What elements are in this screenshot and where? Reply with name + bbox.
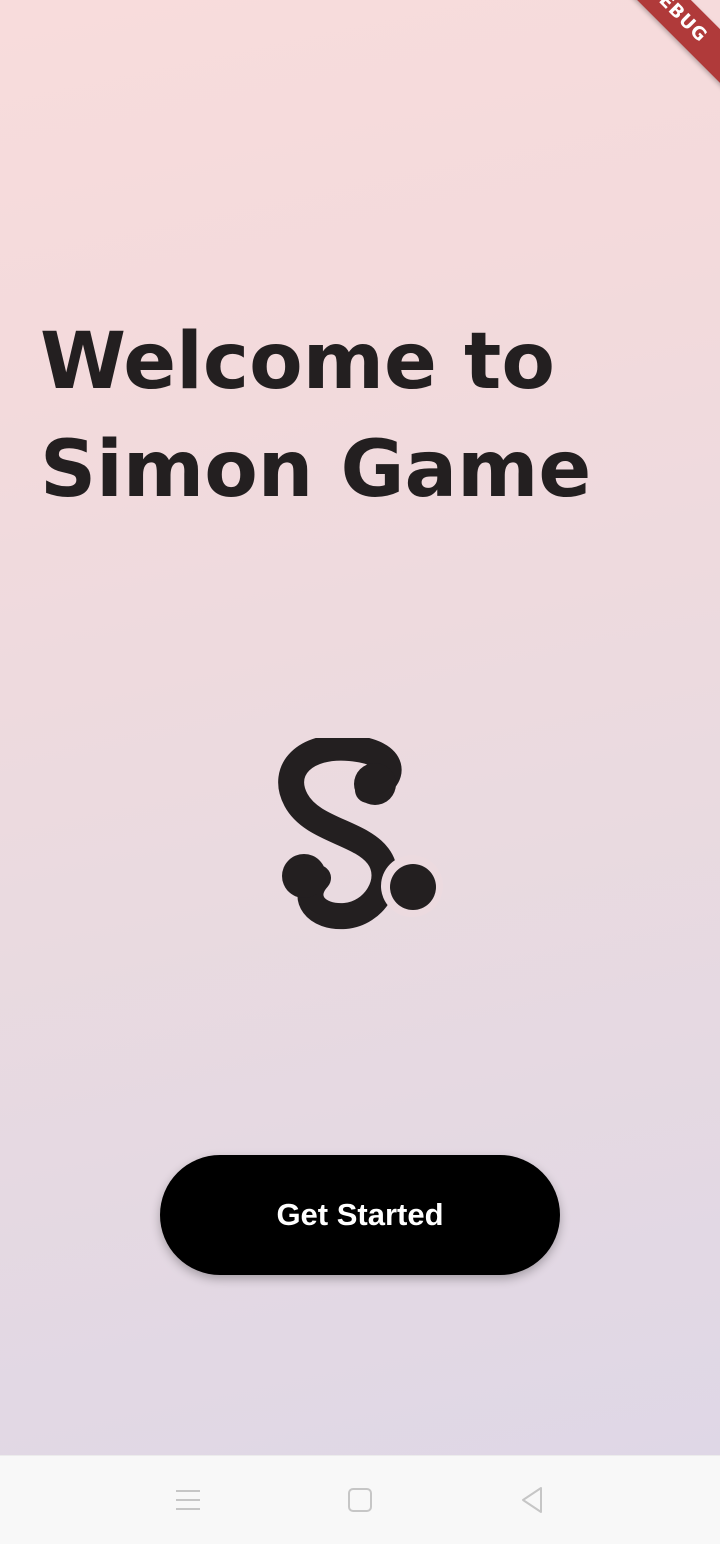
debug-banner-label: DEBUG [643, 0, 712, 47]
welcome-title-line2: Simon Game [40, 425, 592, 515]
system-navigation-bar [0, 1455, 720, 1544]
triangle-back-icon [522, 1487, 542, 1513]
menu-lines-icon [176, 1490, 200, 1510]
debug-banner: DEBUG [589, 0, 720, 101]
get-started-button[interactable]: Get Started [160, 1155, 560, 1275]
welcome-title-line1: Welcome to [40, 317, 555, 407]
get-started-label: Get Started [276, 1197, 444, 1232]
square-home-icon [348, 1488, 372, 1512]
nav-back-button[interactable] [511, 1480, 551, 1520]
nav-home-button[interactable] [340, 1480, 380, 1520]
welcome-screen: DEBUG Welcome to Simon Game Get Started [0, 0, 720, 1455]
nav-menu-button[interactable] [168, 1480, 208, 1520]
simon-s-logo-icon [278, 738, 443, 930]
welcome-title: Welcome to Simon Game [40, 308, 680, 524]
